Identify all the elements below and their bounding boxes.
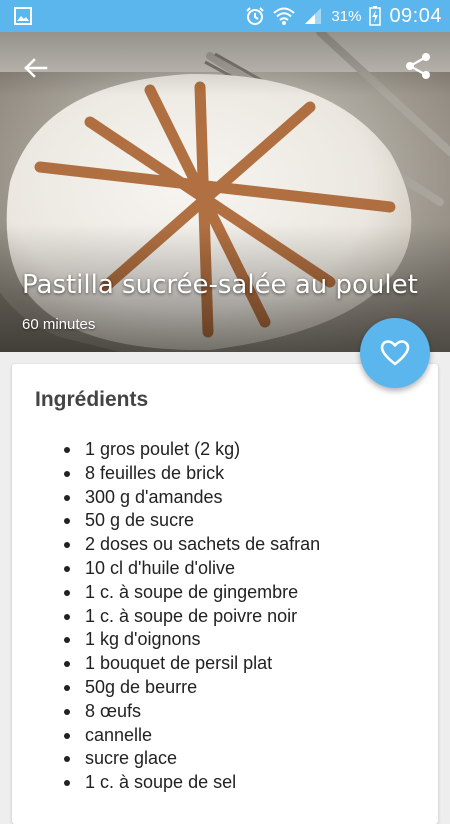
signal-icon	[305, 8, 322, 24]
favorite-button[interactable]	[360, 318, 430, 388]
ingredient-list: 1 gros poulet (2 kg) 8 feuilles de brick…	[35, 438, 320, 795]
status-indicators: 31% 09:04	[245, 0, 442, 32]
battery-charging-icon	[369, 6, 382, 26]
share-button[interactable]	[402, 50, 434, 82]
ingredient-item: 10 cl d'huile d'olive	[35, 557, 320, 581]
ingredient-item: 1 c. à soupe de sel	[35, 771, 320, 795]
ingredient-item: 1 gros poulet (2 kg)	[35, 438, 320, 462]
ingredient-item: 300 g d'amandes	[35, 486, 320, 510]
ingredient-item: 50 g de sucre	[35, 509, 320, 533]
recipe-title: Pastilla sucrée-salée au poulet	[22, 270, 418, 300]
ingredient-item: 1 c. à soupe de gingembre	[35, 581, 320, 605]
share-icon	[406, 53, 430, 79]
clock: 09:04	[389, 4, 442, 27]
gallery-icon	[14, 7, 32, 25]
ingredient-item: 8 feuilles de brick	[35, 462, 320, 486]
ingredients-heading: Ingrédients	[35, 388, 149, 411]
hero-gradient	[0, 32, 450, 352]
heart-outline-icon	[380, 340, 410, 366]
battery-percent: 31%	[331, 7, 362, 25]
ingredient-item: 1 c. à soupe de poivre noir	[35, 605, 320, 629]
arrow-back-icon	[24, 58, 48, 78]
back-button[interactable]	[20, 52, 52, 84]
wifi-icon	[273, 7, 296, 25]
ingredient-item: 50g de beurre	[35, 676, 320, 700]
ingredient-item: 2 doses ou sachets de safran	[35, 533, 320, 557]
ingredient-item: 1 bouquet de persil plat	[35, 652, 320, 676]
alarm-icon	[246, 7, 265, 25]
recipe-time: 60 minutes	[22, 316, 96, 333]
recipe-hero: Pastilla sucrée-salée au poulet 60 minut…	[0, 32, 450, 352]
ingredient-item: sucre glace	[35, 747, 320, 771]
ingredient-item: cannelle	[35, 724, 320, 748]
ingredient-item: 1 kg d'oignons	[35, 628, 320, 652]
status-bar: 31% 09:04	[0, 0, 450, 32]
ingredient-item: 8 œufs	[35, 700, 320, 724]
ingredients-card: Ingrédients 1 gros poulet (2 kg) 8 feuil…	[12, 364, 438, 824]
